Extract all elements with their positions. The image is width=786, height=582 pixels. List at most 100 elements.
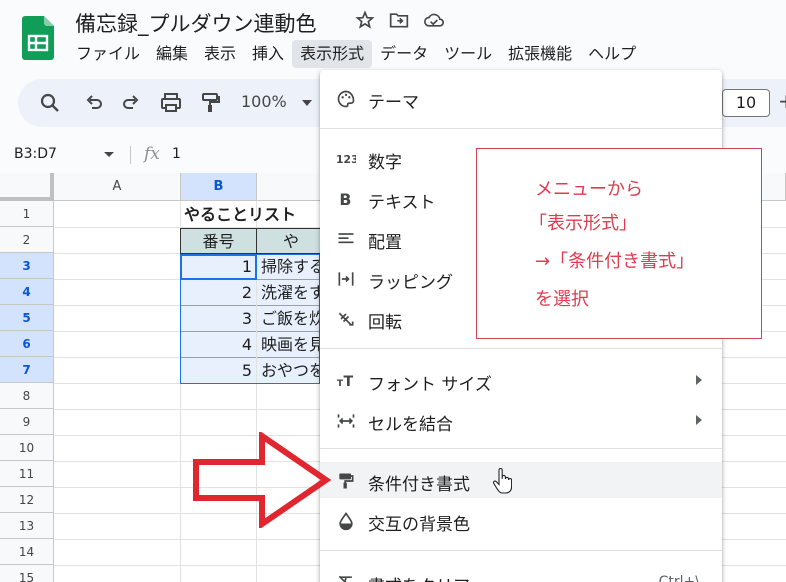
fill-drop-icon <box>339 511 353 531</box>
undo-icon[interactable] <box>82 91 106 115</box>
menu-edit[interactable]: 編集 <box>148 40 196 68</box>
sheets-logo-icon[interactable] <box>22 16 54 60</box>
menu-item-conditional-formatting[interactable]: 条件付き書式 <box>320 462 722 498</box>
row-header-15[interactable]: 15 <box>0 565 54 582</box>
menu-divider <box>320 448 722 449</box>
submenu-arrow-icon <box>696 415 702 425</box>
fx-icon: fx <box>144 144 160 164</box>
align-left-icon <box>338 233 354 244</box>
row-header-13[interactable]: 13 <box>0 513 54 539</box>
menu-item-label: 数字 <box>368 153 402 173</box>
star-icon[interactable] <box>355 10 375 30</box>
callout-line: 「表示形式」 <box>529 213 637 234</box>
menu-item-font-size[interactable]: TT フォント サイズ <box>320 362 722 398</box>
task-cell[interactable]: おやつを <box>257 358 321 384</box>
menu-bar: ファイル 編集 表示 挿入 表示形式 データ ツール 拡張機能 ヘルプ <box>68 40 644 68</box>
row-header-7[interactable]: 7 <box>0 357 54 383</box>
svg-text:B: B <box>339 190 351 209</box>
menu-tools[interactable]: ツール <box>436 40 500 68</box>
menu-item-merge-cells[interactable]: セルを結合 <box>320 402 722 438</box>
select-all-corner[interactable] <box>0 173 54 201</box>
task-cell[interactable]: 掃除する <box>257 254 321 280</box>
menu-item-label: テキスト <box>368 193 436 213</box>
menu-item-label: 配置 <box>368 233 402 253</box>
formula-input[interactable]: 1 <box>172 146 181 162</box>
row-header-6[interactable]: 6 <box>0 331 54 357</box>
search-icon[interactable] <box>38 91 62 115</box>
column-header-a[interactable]: A <box>54 173 181 201</box>
menu-extensions[interactable]: 拡張機能 <box>500 40 580 68</box>
column-header-b[interactable]: B <box>181 173 257 201</box>
menu-item-label: 書式をクリア <box>368 572 470 582</box>
cloud-status-icon[interactable] <box>423 10 444 30</box>
zoom-select[interactable]: 100% <box>241 92 287 111</box>
document-title[interactable]: 備忘録_プルダウン連動色 <box>75 8 317 38</box>
header-cell-task[interactable]: や <box>256 228 326 254</box>
submenu-arrow-icon <box>696 375 702 385</box>
menu-help[interactable]: ヘルプ <box>580 40 644 68</box>
callout-line: メニューから <box>535 179 643 200</box>
number-format-icon: 123 <box>336 153 356 166</box>
menu-view[interactable]: 表示 <box>196 40 244 68</box>
svg-text:T: T <box>344 374 354 390</box>
menu-file[interactable]: ファイル <box>68 40 148 68</box>
text-rotation-icon <box>338 312 354 326</box>
row-header-11[interactable]: 11 <box>0 461 54 487</box>
row-header-12[interactable]: 12 <box>0 487 54 513</box>
number-cell[interactable]: 4 <box>181 332 256 358</box>
row-header-3[interactable]: 3 <box>0 253 54 279</box>
name-box[interactable]: B3:D7 <box>14 146 57 162</box>
task-cell[interactable]: ご飯を炊 <box>257 306 321 332</box>
number-cell[interactable]: 2 <box>181 280 256 306</box>
menu-item-label: ラッピング <box>368 273 453 293</box>
number-cell[interactable]: 5 <box>181 358 256 384</box>
active-cell <box>180 254 257 280</box>
menu-item-alternating-colors[interactable]: 交互の背景色 <box>320 502 722 538</box>
header-cell-number[interactable]: 番号 <box>180 228 257 254</box>
row-header-8[interactable]: 8 <box>0 383 54 409</box>
svg-text:123: 123 <box>336 153 356 166</box>
paint-format-icon[interactable] <box>198 91 222 115</box>
task-cell[interactable]: 洗濯をす <box>257 280 321 306</box>
callout-line: を選択 <box>535 289 589 310</box>
row-header-10[interactable]: 10 <box>0 435 54 461</box>
menu-divider <box>320 550 722 551</box>
menu-item-clear-formatting[interactable]: 書式をクリア Ctrl+\ <box>320 564 722 582</box>
menu-divider <box>320 348 722 349</box>
menu-divider <box>320 128 722 129</box>
font-size-input[interactable]: 10 <box>722 89 770 117</box>
menu-data[interactable]: データ <box>372 40 436 68</box>
merge-cells-icon <box>337 414 355 428</box>
print-icon[interactable] <box>159 91 183 115</box>
annotation-callout: メニューから 「表示形式」 →「条件付き書式」 を選択 <box>476 148 762 339</box>
increase-font-size-button[interactable]: + <box>778 89 786 113</box>
menu-format[interactable]: 表示形式 <box>292 40 373 68</box>
redo-icon[interactable] <box>119 91 143 115</box>
menu-insert[interactable]: 挿入 <box>244 40 292 68</box>
move-folder-icon[interactable] <box>389 10 409 30</box>
sheet-title-cell[interactable]: やることリスト <box>184 202 296 228</box>
row-header-4[interactable]: 4 <box>0 279 54 305</box>
shortcut-hint: Ctrl+\ <box>658 574 700 582</box>
name-box-dropdown-icon[interactable] <box>104 152 114 157</box>
divider <box>130 146 131 164</box>
row-header-2[interactable]: 2 <box>0 227 54 253</box>
menu-item-theme[interactable]: テーマ <box>320 80 722 116</box>
row-header-14[interactable]: 14 <box>0 539 54 565</box>
task-cell[interactable]: 映画を見 <box>257 332 321 358</box>
font-size-icon: TT <box>337 374 354 390</box>
bold-icon: B <box>339 190 351 209</box>
hand-cursor-icon <box>493 468 512 494</box>
menu-item-label: 回転 <box>368 313 402 333</box>
menu-item-label: フォント サイズ <box>368 375 492 395</box>
pointer-arrow-icon <box>193 432 332 528</box>
chevron-down-icon[interactable] <box>301 98 313 108</box>
row-header-1[interactable]: 1 <box>0 201 54 227</box>
menu-item-label: 交互の背景色 <box>368 515 470 535</box>
row-header-9[interactable]: 9 <box>0 409 54 435</box>
callout-line: →「条件付き書式」 <box>535 251 695 272</box>
row-header-5[interactable]: 5 <box>0 305 54 331</box>
menu-item-label: セルを結合 <box>368 415 453 435</box>
clear-format-icon <box>338 575 352 582</box>
number-cell[interactable]: 3 <box>181 306 256 332</box>
